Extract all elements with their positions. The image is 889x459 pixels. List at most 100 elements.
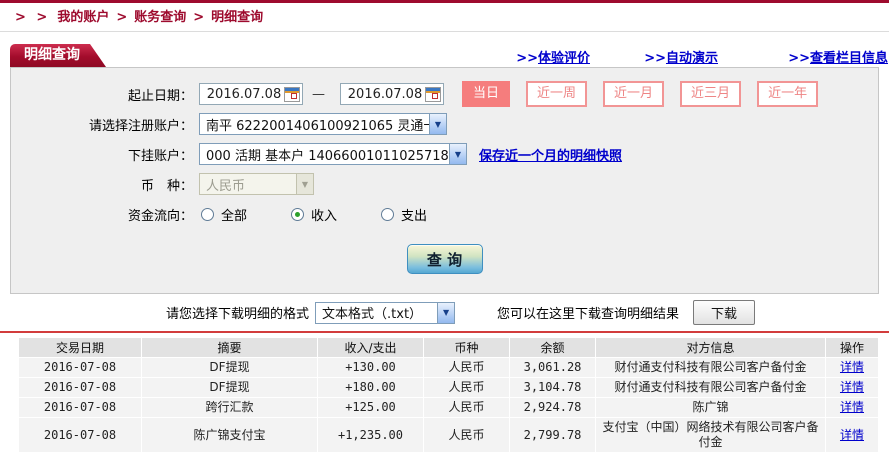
- breadcrumb-separator: >: [193, 10, 205, 25]
- page: > > 我的账户 > 账务查询 > 明细查询 明细查询 >>体验评价 >>自动演示 >>查…: [0, 0, 889, 459]
- summary-cell: 跨行汇款: [142, 398, 317, 417]
- download-format-select[interactable]: 文本格式（.txt） ▼: [315, 301, 456, 324]
- party-cell: 陈广锦: [596, 398, 825, 417]
- date-range-label: 起止日期：: [127, 88, 193, 104]
- query-button[interactable]: 查 询: [406, 244, 483, 274]
- download-row: 请您选择下载明细的格式 文本格式（.txt） ▼ 您可以在这里下载查询明细结果 …: [0, 294, 889, 331]
- table-row: 2016-07-08 DF提现 +130.00 人民币 3,061.28 财付通支付科技有…: [19, 358, 878, 377]
- sub-account-row: 下挂账户： 000 活期 基本户 1406600101102571848 ▼ 保…: [11, 142, 878, 166]
- currency-label: 币 种：: [140, 178, 193, 194]
- table-body: 2016-07-08 DF提现 +130.00 人民币 3,061.28 财付通支付科技有…: [19, 358, 878, 452]
- quick-range-button[interactable]: 近一年: [757, 81, 819, 107]
- quick-range-button[interactable]: 近一月: [603, 81, 665, 107]
- detail-link[interactable]: 详情: [840, 360, 864, 374]
- save-snapshot-link[interactable]: 保存近一个月的明细快照: [479, 145, 622, 164]
- flow-radio-option[interactable]: 全部: [201, 205, 247, 224]
- table-header-row: 交易日期 摘要 收入/支出 币种 余额 对方信息 操作: [19, 338, 878, 357]
- currency-value: 人民币: [206, 178, 246, 194]
- currency-cell: 人民币: [424, 378, 509, 397]
- party-cell: 财付通支付科技有限公司客户备付金: [596, 378, 825, 397]
- summary-cell: DF提现: [142, 378, 317, 397]
- currency-select: 人民币 ▼: [199, 173, 314, 195]
- summary-cell: 陈广锦支付宝: [142, 418, 317, 452]
- query-button-row: 查 询: [11, 244, 878, 274]
- table-header-cell: 币种: [424, 338, 509, 357]
- action-cell: 详情: [826, 378, 878, 397]
- tab-row: 明细查询 >>体验评价 >>自动演示 >>查看栏目信息: [0, 44, 889, 67]
- date-to-value: 2016.07.08: [347, 86, 423, 102]
- amount-cell: +125.00: [318, 398, 423, 417]
- radio-icon[interactable]: [201, 207, 214, 221]
- party-cell: 支付宝（中国）网络技术有限公司客户备付金: [596, 418, 825, 452]
- chevron-down-icon: ▼: [429, 114, 446, 134]
- register-account-value: 南平 6222001406100921065 灵通卡: [206, 118, 429, 134]
- register-account-select[interactable]: 南平 6222001406100921065 灵通卡 ▼: [199, 113, 447, 135]
- link-prefix: >>: [516, 51, 538, 66]
- detail-link[interactable]: 详情: [840, 380, 864, 394]
- radio-icon[interactable]: [381, 207, 395, 221]
- link-view-column-info[interactable]: >>查看栏目信息: [788, 47, 888, 66]
- link-experience-rating[interactable]: >>体验评价: [516, 47, 590, 66]
- balance-cell: 2,799.78: [510, 418, 595, 452]
- balance-cell: 3,104.78: [510, 378, 595, 397]
- download-format-label: 请您选择下载明细的格式: [166, 307, 310, 322]
- date-range-row: 起止日期： 2016.07.08 — 2016.07.08 当日 近一周 近一月 近三…: [11, 81, 878, 107]
- table-header-cell: 余额: [510, 338, 595, 357]
- tab-detail-query[interactable]: 明细查询: [10, 44, 106, 67]
- sub-account-value: 000 活期 基本户 1406600101102571848: [206, 148, 449, 164]
- transaction-table: 交易日期 摘要 收入/支出 币种 余额 对方信息 操作 2016-07-08 DF提现 +130…: [18, 337, 879, 453]
- quick-range-button[interactable]: 近三月: [680, 81, 742, 107]
- register-account-row: 请选择注册账户： 南平 6222001406100921065 灵通卡 ▼: [11, 112, 878, 136]
- link-label: 查看栏目信息: [809, 51, 888, 66]
- table-header-cell: 交易日期: [19, 338, 141, 357]
- currency-cell: 人民币: [424, 358, 509, 377]
- amount-cell: +180.00: [318, 378, 423, 397]
- sub-account-select[interactable]: 000 活期 基本户 1406600101102571848 ▼: [199, 143, 467, 165]
- table-header-cell: 收入/支出: [318, 338, 423, 357]
- flow-radio-label: 收入: [311, 208, 338, 224]
- action-cell: 详情: [826, 358, 878, 377]
- link-label: 自动演示: [665, 51, 718, 66]
- balance-cell: 2,924.78: [510, 398, 595, 417]
- breadcrumb-item-account-query[interactable]: 账务查询: [134, 10, 186, 25]
- flow-radio-option[interactable]: 收入: [291, 205, 337, 224]
- link-auto-demo[interactable]: >>自动演示: [644, 47, 718, 66]
- currency-row: 币 种： 人民币 ▼: [11, 172, 878, 196]
- breadcrumb: > > 我的账户 > 账务查询 > 明细查询: [0, 3, 889, 32]
- radio-icon[interactable]: [291, 207, 305, 221]
- summary-cell: DF提现: [142, 358, 317, 377]
- quick-range-buttons: 当日 近一周 近一月 近三月 近一年: [462, 81, 819, 107]
- calendar-icon[interactable]: [425, 86, 441, 102]
- chevron-down-icon: ▼: [296, 174, 313, 194]
- table-header-cell: 操作: [826, 338, 878, 357]
- breadcrumb-item-my-account[interactable]: 我的账户: [57, 10, 109, 25]
- calendar-icon[interactable]: [284, 86, 300, 102]
- date-to-input[interactable]: 2016.07.08: [340, 83, 444, 105]
- table-row: 2016-07-08 陈广锦支付宝 +1,235.00 人民币 2,799.78 支付宝（…: [19, 418, 878, 452]
- date-cell: 2016-07-08: [19, 358, 141, 377]
- flow-radio-option[interactable]: 支出: [381, 205, 427, 224]
- flow-direction-row: 资金流向： 全部 收入 支出: [11, 202, 878, 226]
- table-header-cell: 摘要: [142, 338, 317, 357]
- date-from-input[interactable]: 2016.07.08: [199, 83, 303, 105]
- currency-cell: 人民币: [424, 418, 509, 452]
- detail-link[interactable]: 详情: [840, 400, 864, 414]
- query-form-panel: 起止日期： 2016.07.08 — 2016.07.08 当日 近一周 近一月 近三…: [10, 67, 879, 294]
- flow-radio-group: 全部 收入 支出: [201, 205, 471, 224]
- table-row: 2016-07-08 DF提现 +180.00 人民币 3,104.78 财付通支付科技有…: [19, 378, 878, 397]
- breadcrumb-item-detail-query[interactable]: 明细查询: [211, 10, 263, 25]
- quick-range-button[interactable]: 近一周: [526, 81, 588, 107]
- link-label: 体验评价: [537, 51, 590, 66]
- date-cell: 2016-07-08: [19, 418, 141, 452]
- detail-link[interactable]: 详情: [840, 428, 864, 442]
- download-format-value: 文本格式（.txt）: [322, 307, 423, 322]
- breadcrumb-separator: >: [116, 10, 128, 25]
- download-result-label: 您可以在这里下载查询明细结果: [497, 307, 680, 322]
- action-cell: 详情: [826, 418, 878, 452]
- chevron-down-icon: ▼: [437, 302, 455, 323]
- flow-radio-label: 全部: [221, 208, 248, 224]
- date-cell: 2016-07-08: [19, 378, 141, 397]
- tab-title: 明细查询: [24, 47, 80, 63]
- download-button[interactable]: 下载: [693, 300, 756, 325]
- quick-range-button[interactable]: 当日: [462, 81, 511, 107]
